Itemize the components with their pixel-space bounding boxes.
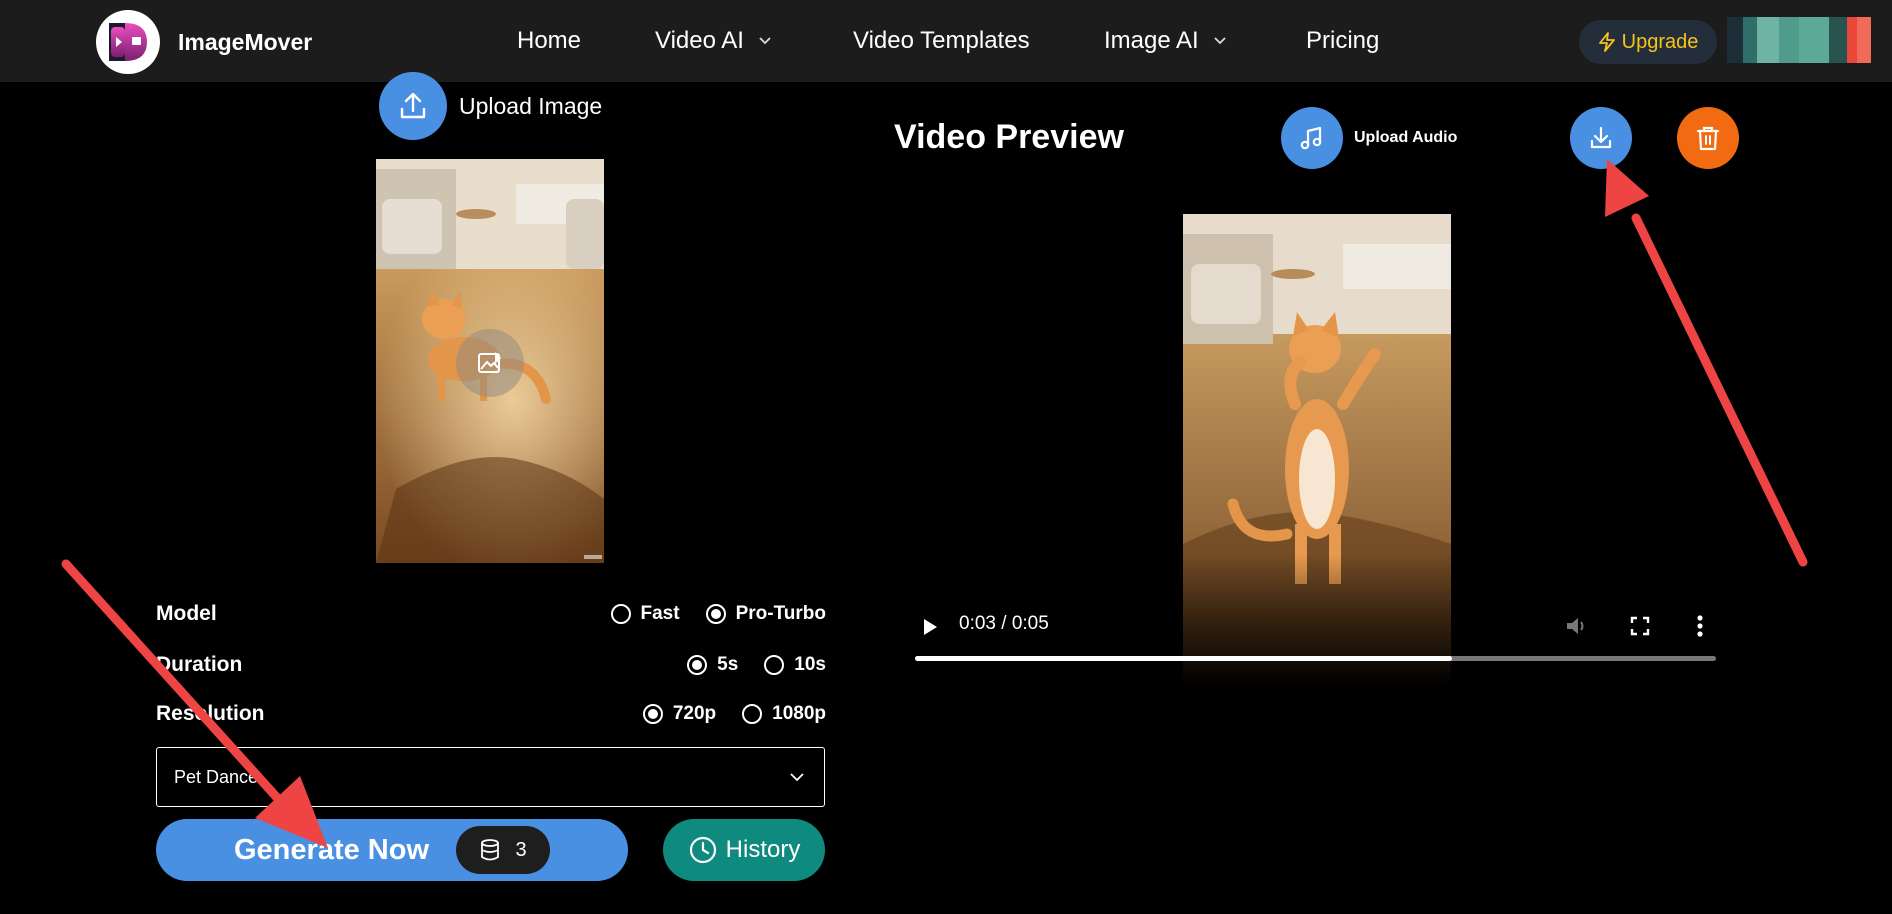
top-nav-bar: ImageMover Home Video AI Video Templates… xyxy=(0,0,1892,82)
duration-10s-label: 10s xyxy=(794,654,826,675)
resolution-720p-label: 720p xyxy=(672,703,717,724)
radio-checked-icon xyxy=(642,704,663,724)
model-pro-turbo-radio[interactable]: Pro-Turbo xyxy=(705,603,826,625)
logo-icon xyxy=(96,10,160,74)
model-label: Model xyxy=(156,602,217,625)
nav-home[interactable]: Home xyxy=(517,0,581,82)
download-icon xyxy=(1590,126,1612,149)
radio-checked-icon xyxy=(705,604,726,624)
credits-badge: 3 xyxy=(456,826,550,874)
credits-count: 3 xyxy=(515,838,527,861)
volume-icon[interactable] xyxy=(1564,614,1590,643)
duration-10s-radio[interactable]: 10s xyxy=(764,654,826,676)
fullscreen-icon[interactable] xyxy=(1630,616,1650,641)
nav-video-templates[interactable]: Video Templates xyxy=(853,0,1030,82)
video-progress-fill xyxy=(915,656,1452,661)
radio-unchecked-icon xyxy=(610,604,631,624)
chevron-down-icon xyxy=(788,766,806,793)
music-icon xyxy=(1281,107,1343,169)
model-option-row: Model Fast Pro-Turbo xyxy=(156,597,826,631)
upload-image-label: Upload Image xyxy=(459,92,603,119)
resolution-720p-radio[interactable]: 720p xyxy=(642,703,717,725)
upload-icon xyxy=(379,72,447,140)
more-icon[interactable] xyxy=(1696,614,1704,643)
duration-label: Duration xyxy=(156,653,243,676)
history-button[interactable]: History xyxy=(663,819,825,881)
resolution-label: Resolution xyxy=(156,702,265,725)
upgrade-label: Upgrade xyxy=(1621,30,1699,53)
nav-video-ai[interactable]: Video AI xyxy=(655,0,772,82)
template-select[interactable]: Pet Dance xyxy=(156,747,825,807)
video-controls: 0:03 / 0:05 xyxy=(914,602,1718,662)
source-image[interactable] xyxy=(376,159,604,563)
brand-name: ImageMover xyxy=(178,28,313,55)
template-select-value: Pet Dance xyxy=(174,766,259,787)
duration-5s-label: 5s xyxy=(717,654,739,675)
duration-option-row: Duration 5s 10s xyxy=(156,648,826,682)
generate-now-label: Generate Now xyxy=(234,833,429,866)
nav-pricing[interactable]: Pricing xyxy=(1306,0,1379,82)
radio-unchecked-icon xyxy=(742,704,763,724)
generate-now-button[interactable]: Generate Now 3 xyxy=(156,819,628,881)
clock-icon xyxy=(689,836,716,864)
lightning-icon xyxy=(1598,32,1616,52)
radio-checked-icon xyxy=(687,655,708,675)
download-button[interactable] xyxy=(1570,107,1632,169)
nav-video-templates-label: Video Templates xyxy=(853,27,1030,54)
brand-logo-link[interactable]: ImageMover xyxy=(96,10,312,74)
delete-button[interactable] xyxy=(1677,107,1739,169)
play-icon[interactable] xyxy=(920,616,940,643)
model-fast-radio[interactable]: Fast xyxy=(610,603,680,625)
chevron-down-icon xyxy=(758,33,772,49)
model-fast-label: Fast xyxy=(640,603,680,624)
upgrade-button[interactable]: Upgrade xyxy=(1579,20,1717,64)
database-icon xyxy=(481,839,500,861)
upload-image-button[interactable]: Upload Image xyxy=(379,72,602,140)
nav-home-label: Home xyxy=(517,27,582,54)
nav-pricing-label: Pricing xyxy=(1306,27,1380,54)
upload-audio-label: Upload Audio xyxy=(1354,129,1458,146)
upload-audio-button[interactable]: Upload Audio xyxy=(1281,107,1457,169)
video-preview-title: Video Preview xyxy=(894,118,1124,156)
arrow-to-download xyxy=(1605,159,1808,567)
video-progress-bar[interactable] xyxy=(915,656,1716,661)
history-label: History xyxy=(725,836,801,863)
radio-unchecked-icon xyxy=(764,655,785,675)
image-edit-icon[interactable] xyxy=(456,329,524,397)
chevron-down-icon xyxy=(1213,33,1227,49)
nav-video-ai-label: Video AI xyxy=(655,27,744,54)
avatar[interactable] xyxy=(1727,17,1871,63)
resolution-1080p-label: 1080p xyxy=(772,703,826,724)
resolution-option-row: Resolution 720p 1080p xyxy=(156,697,826,731)
nav-image-ai[interactable]: Image AI xyxy=(1104,0,1227,82)
trash-icon xyxy=(1696,126,1720,151)
model-pro-turbo-label: Pro-Turbo xyxy=(735,603,826,624)
resolution-1080p-radio[interactable]: 1080p xyxy=(742,703,826,725)
duration-5s-radio[interactable]: 5s xyxy=(687,654,738,676)
video-time: 0:03 / 0:05 xyxy=(959,613,1049,634)
nav-image-ai-label: Image AI xyxy=(1104,27,1199,54)
